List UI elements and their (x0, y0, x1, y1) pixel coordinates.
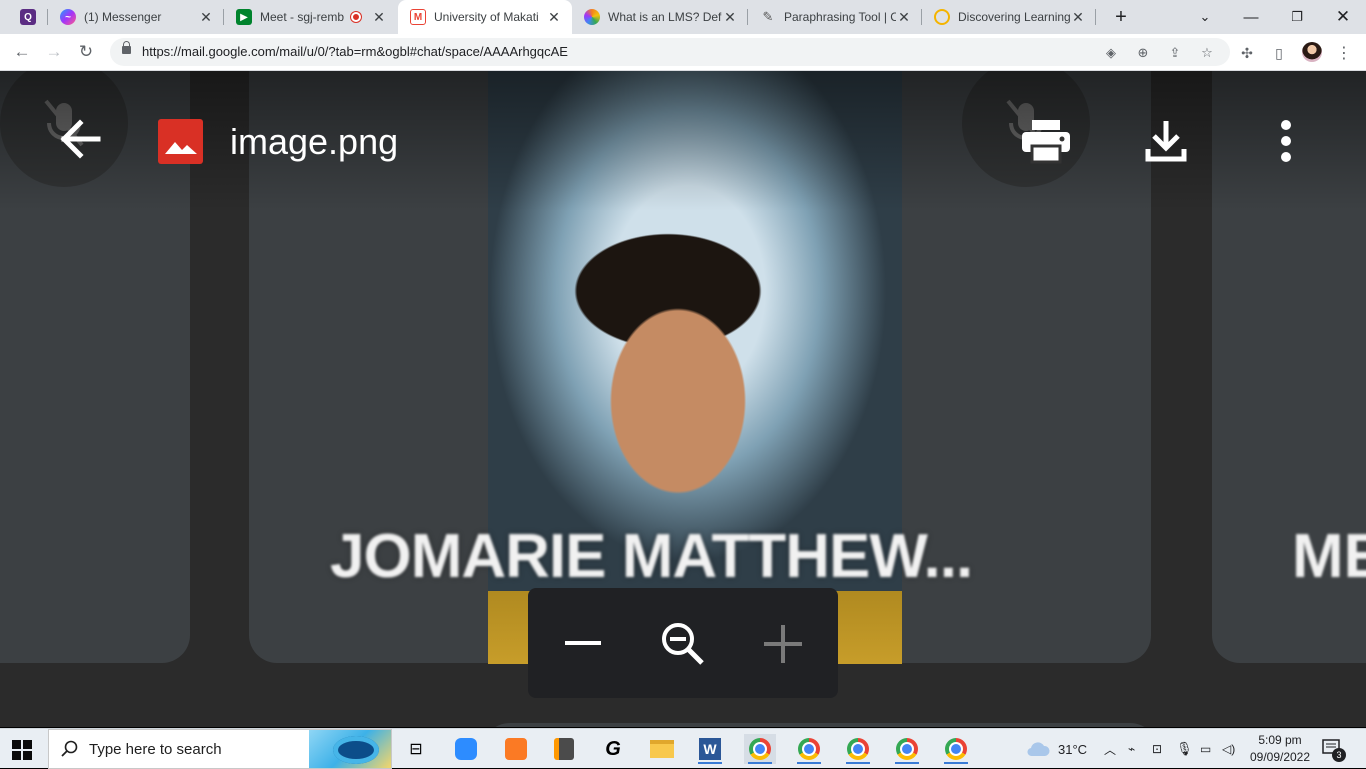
close-tab-icon[interactable]: ✕ (896, 9, 912, 25)
zoom-reset-icon[interactable] (655, 616, 711, 672)
close-tab-icon[interactable]: ✕ (371, 9, 387, 25)
learning-icon (934, 9, 950, 25)
search-icon (61, 740, 78, 757)
task-view-icon[interactable]: ⊟ (400, 734, 432, 764)
participant-name-partial: ME (1292, 522, 1366, 591)
tab-title: What is an LMS? Defi (608, 10, 722, 24)
tab-gmail-active[interactable]: M University of Makati ✕ (398, 0, 572, 34)
forward-arrow-icon[interactable]: → (42, 40, 66, 64)
search-highlight-image (309, 730, 391, 768)
close-tab-icon[interactable]: ✕ (722, 9, 738, 25)
battery-icon[interactable]: ▭ (1200, 729, 1211, 769)
tracking-eye-icon[interactable]: ◈ (1102, 44, 1120, 62)
zoom-out-minus-button[interactable] (555, 616, 611, 672)
more-options-icon[interactable] (1258, 113, 1314, 169)
tab-paraphrasing[interactable]: ✎ Paraphrasing Tool | C ✕ (748, 0, 922, 34)
taskbar-search-box[interactable]: Type here to search (48, 729, 392, 769)
address-bar[interactable]: https://mail.google.com/mail/u/0/?tab=rm… (110, 38, 1230, 66)
close-tab-icon[interactable]: ✕ (198, 9, 214, 25)
zoom-app-icon[interactable] (450, 734, 482, 764)
chrome-profile-icon[interactable] (793, 734, 825, 764)
system-clock[interactable]: 5:09 pm 09/09/2022 (1240, 732, 1320, 766)
browser-tab-strip: Q ~ (1) Messenger ✕ ▶ Meet - sgj-remb ✕ … (0, 0, 1366, 34)
xampp-icon[interactable] (500, 734, 532, 764)
image-viewer: JOMARIE MATTHEW... ME image.png (0, 71, 1366, 727)
volume-icon[interactable]: ◁) (1222, 729, 1235, 769)
tab-messenger[interactable]: ~ (1) Messenger ✕ (48, 0, 224, 34)
clock-time: 5:09 pm (1258, 733, 1302, 747)
tab-search-chevron-icon[interactable]: ⌄ (1182, 0, 1228, 34)
temperature: 31°C (1058, 741, 1088, 757)
chrome-active-icon[interactable] (744, 734, 776, 764)
windows-start-icon[interactable] (12, 740, 32, 760)
sublime-text-icon[interactable] (548, 734, 580, 764)
back-arrow-icon[interactable]: ← (10, 40, 34, 64)
q-app-icon: Q (20, 9, 36, 25)
download-button[interactable] (1138, 113, 1194, 169)
quill-icon: ✎ (762, 9, 774, 24)
tab-title: University of Makati (434, 10, 539, 24)
lock-icon (122, 41, 131, 54)
tab-lms[interactable]: What is an LMS? Defi ✕ (572, 0, 748, 34)
zoom-icon[interactable]: ⊕ (1134, 44, 1152, 62)
menu-kebab-icon[interactable]: ⋮ (1333, 42, 1355, 64)
tab-title: (1) Messenger (84, 10, 162, 24)
search-placeholder: Type here to search (89, 741, 222, 758)
tab-discovering-learning[interactable]: Discovering Learning ✕ (922, 0, 1096, 34)
url-text[interactable]: https://mail.google.com/mail/u/0/?tab=rm… (142, 44, 568, 59)
profile-avatar[interactable] (1302, 42, 1322, 62)
cloud-icon (1027, 742, 1050, 757)
notification-count: 3 (1332, 748, 1346, 762)
minimize-button[interactable]: — (1228, 0, 1274, 34)
windows-taskbar: Type here to search ⊟ G W 31°C ︿ ⌁ ⊡ 🎙︎ … (0, 728, 1366, 769)
restore-button[interactable]: ❐ (1274, 0, 1320, 34)
extensions-puzzle-icon[interactable]: ✣ (1236, 42, 1258, 64)
recording-indicator-icon (351, 12, 361, 22)
reload-icon[interactable]: ↻ (74, 40, 98, 64)
network-icon[interactable]: ⌁ (1128, 729, 1135, 769)
tab-pinned-app[interactable]: Q (8, 0, 48, 34)
back-arrow-button[interactable] (52, 111, 108, 167)
weather-widget[interactable]: 31°C (1026, 729, 1087, 769)
microphone-icon[interactable]: 🎙︎ (1176, 729, 1193, 769)
messenger-icon: ~ (60, 9, 76, 25)
gmail-icon: M (410, 9, 426, 25)
tab-title: Meet - sgj-remb (260, 10, 345, 24)
video-tile-bottom (482, 723, 1158, 727)
side-panel-icon[interactable]: ▯ (1268, 42, 1290, 64)
show-hidden-icons-chevron-icon[interactable]: ︿ (1104, 729, 1116, 769)
image-file-icon (158, 119, 203, 164)
zoom-controls (528, 588, 838, 698)
close-window-button[interactable]: ✕ (1320, 0, 1366, 34)
tab-title: Paraphrasing Tool | C (784, 10, 896, 24)
lms-icon (584, 9, 600, 25)
new-tab-button[interactable]: + (1098, 0, 1144, 34)
clock-date: 09/09/2022 (1249, 750, 1311, 764)
zoom-in-plus-button[interactable] (755, 616, 811, 672)
webcam-icon[interactable]: ⊡ (1152, 729, 1162, 769)
chrome-profile-icon[interactable] (891, 734, 923, 764)
file-name: image.png (230, 121, 399, 162)
file-explorer-icon[interactable] (646, 734, 678, 764)
participant-name: JOMARIE MATTHEW... (330, 522, 973, 591)
tab-title: Discovering Learning (958, 10, 1070, 24)
google-meet-icon: ▶ (236, 9, 252, 25)
grammarly-g-icon[interactable]: G (597, 734, 629, 764)
word-icon[interactable]: W (694, 734, 726, 764)
notification-center-icon[interactable]: 3 (1322, 738, 1346, 762)
chrome-profile-icon[interactable] (842, 734, 874, 764)
close-tab-icon[interactable]: ✕ (1070, 9, 1086, 25)
close-tab-icon[interactable]: ✕ (546, 9, 562, 25)
chrome-profile-icon[interactable] (940, 734, 972, 764)
bookmark-star-icon[interactable]: ☆ (1198, 44, 1216, 62)
tab-meet[interactable]: ▶ Meet - sgj-remb ✕ (224, 0, 397, 34)
print-button[interactable] (1018, 113, 1074, 169)
share-icon[interactable]: ⇪ (1166, 44, 1184, 62)
browser-toolbar: ← → ↻ https://mail.google.com/mail/u/0/?… (0, 34, 1366, 71)
